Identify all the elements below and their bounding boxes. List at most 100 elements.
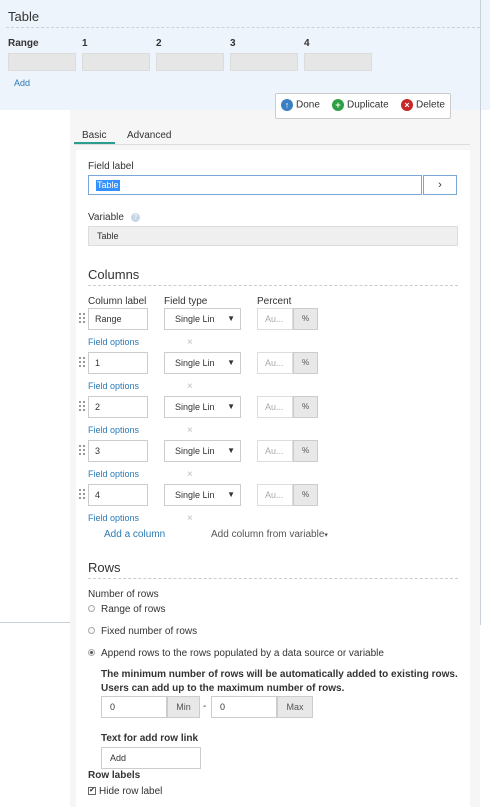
fixed-number-radio[interactable] <box>88 627 95 634</box>
page-edge-divider <box>480 0 481 625</box>
drag-handle-icon[interactable] <box>79 313 85 325</box>
percent-addon: % <box>293 396 318 418</box>
field-type-select[interactable]: Single Lin ▼ <box>164 396 241 418</box>
add-column-link[interactable]: Add a column <box>104 529 165 540</box>
arrow-up-icon: ↑ <box>281 99 293 111</box>
add-row-link-label: Text for add row link <box>101 733 199 744</box>
drag-handle-icon[interactable] <box>79 401 85 413</box>
tab-divider <box>74 144 470 145</box>
hide-row-label-checkbox[interactable]: ✔ <box>88 787 96 795</box>
append-rows-label[interactable]: Append rows to the rows populated by a d… <box>101 648 384 659</box>
rows-note-line2: Users can add up to the maximum number o… <box>101 683 345 694</box>
field-type-select[interactable]: Single Lin ▼ <box>164 308 241 330</box>
preview-cell-4[interactable] <box>304 53 372 71</box>
remove-column-icon[interactable]: × <box>187 337 193 348</box>
percent-input[interactable]: Au... <box>257 396 293 418</box>
preview-title: Table <box>8 9 40 24</box>
caret-down-icon: ▼ <box>227 358 235 367</box>
percent-addon: % <box>293 308 318 330</box>
tab-basic[interactable]: Basic <box>82 130 106 141</box>
preview-add-link[interactable]: Add <box>14 78 30 88</box>
percent-addon: % <box>293 352 318 374</box>
percent-input[interactable]: Au... <box>257 440 293 462</box>
info-icon[interactable]: ? <box>131 213 140 222</box>
drag-handle-icon[interactable] <box>79 357 85 369</box>
field-options-link[interactable]: Field options <box>88 381 139 391</box>
rows-note-line1: The minimum number of rows will be autom… <box>101 669 458 680</box>
column-label-input[interactable]: 3 <box>88 440 148 462</box>
column-label-header: Column label <box>88 296 147 307</box>
remove-column-icon[interactable]: × <box>187 425 193 436</box>
preview-divider <box>6 27 480 28</box>
field-options-link[interactable]: Field options <box>88 425 139 435</box>
field-label-expand-button[interactable]: › <box>423 175 457 195</box>
close-icon: × <box>401 99 413 111</box>
field-options-link[interactable]: Field options <box>88 469 139 479</box>
preview-cell-2[interactable] <box>156 53 224 71</box>
canvas-area <box>0 110 70 622</box>
range-of-rows-radio[interactable] <box>88 605 95 612</box>
add-row-link-input[interactable]: Add <box>101 747 201 769</box>
columns-divider <box>88 285 458 286</box>
duplicate-label: Duplicate <box>347 99 389 111</box>
percent-header: Percent <box>257 296 292 307</box>
preview-header-1: 1 <box>82 38 88 49</box>
preview-header-4: 4 <box>304 38 310 49</box>
column-label-input[interactable]: 2 <box>88 396 148 418</box>
preview-cell-3[interactable] <box>230 53 298 71</box>
field-label-heading: Field label <box>88 161 134 172</box>
preview-cell-1[interactable] <box>82 53 150 71</box>
max-rows-input[interactable]: 0 <box>211 696 277 718</box>
fixed-number-label[interactable]: Fixed number of rows <box>101 626 197 637</box>
add-column-from-variable-label: Add column from variable <box>211 529 325 540</box>
hide-row-label-text[interactable]: Hide row label <box>99 786 162 797</box>
remove-column-icon[interactable]: × <box>187 381 193 392</box>
add-column-from-variable-dropdown[interactable]: Add column from variable▾ <box>211 529 328 540</box>
caret-down-icon: ▼ <box>227 446 235 455</box>
done-button[interactable]: ↑ Done <box>281 99 320 111</box>
preview-header-range: Range <box>8 38 39 49</box>
duplicate-button[interactable]: + Duplicate <box>332 99 389 111</box>
percent-input[interactable]: Au... <box>257 352 293 374</box>
tab-advanced[interactable]: Advanced <box>127 130 171 141</box>
delete-button[interactable]: × Delete <box>401 99 445 111</box>
drag-handle-icon[interactable] <box>79 489 85 501</box>
field-label-value: Table <box>96 180 120 191</box>
caret-down-icon: ▼ <box>227 402 235 411</box>
min-addon: Min <box>167 696 200 718</box>
percent-input[interactable]: Au... <box>257 308 293 330</box>
plus-icon: + <box>332 99 344 111</box>
field-type-select[interactable]: Single Lin ▼ <box>164 484 241 506</box>
range-of-rows-label[interactable]: Range of rows <box>101 604 165 615</box>
range-separator: - <box>203 701 207 712</box>
percent-addon: % <box>293 440 318 462</box>
max-addon: Max <box>277 696 313 718</box>
field-type-value: Single Lin <box>175 402 215 412</box>
column-label-input[interactable]: Range <box>88 308 148 330</box>
variable-field: Table <box>88 226 458 246</box>
field-options-link[interactable]: Field options <box>88 337 139 347</box>
percent-addon: % <box>293 484 318 506</box>
field-actions: ↑ Done + Duplicate × Delete <box>275 93 451 119</box>
field-type-select[interactable]: Single Lin ▼ <box>164 440 241 462</box>
column-label-input[interactable]: 1 <box>88 352 148 374</box>
percent-input[interactable]: Au... <box>257 484 293 506</box>
canvas-divider <box>0 622 70 623</box>
caret-down-icon: ▾ <box>324 532 328 539</box>
drag-handle-icon[interactable] <box>79 445 85 457</box>
field-label-input[interactable] <box>88 175 422 195</box>
preview-cell-range[interactable] <box>8 53 76 71</box>
field-type-value: Single Lin <box>175 358 215 368</box>
column-label-input[interactable]: 4 <box>88 484 148 506</box>
rows-title: Rows <box>88 560 121 575</box>
min-rows-input[interactable]: 0 <box>101 696 167 718</box>
caret-down-icon: ▼ <box>227 314 235 323</box>
remove-column-icon[interactable]: × <box>187 513 193 524</box>
field-type-value: Single Lin <box>175 490 215 500</box>
field-options-link[interactable]: Field options <box>88 513 139 523</box>
field-type-value: Single Lin <box>175 446 215 456</box>
remove-column-icon[interactable]: × <box>187 469 193 480</box>
field-type-header: Field type <box>164 296 208 307</box>
field-type-select[interactable]: Single Lin ▼ <box>164 352 241 374</box>
append-rows-radio[interactable] <box>88 649 95 656</box>
